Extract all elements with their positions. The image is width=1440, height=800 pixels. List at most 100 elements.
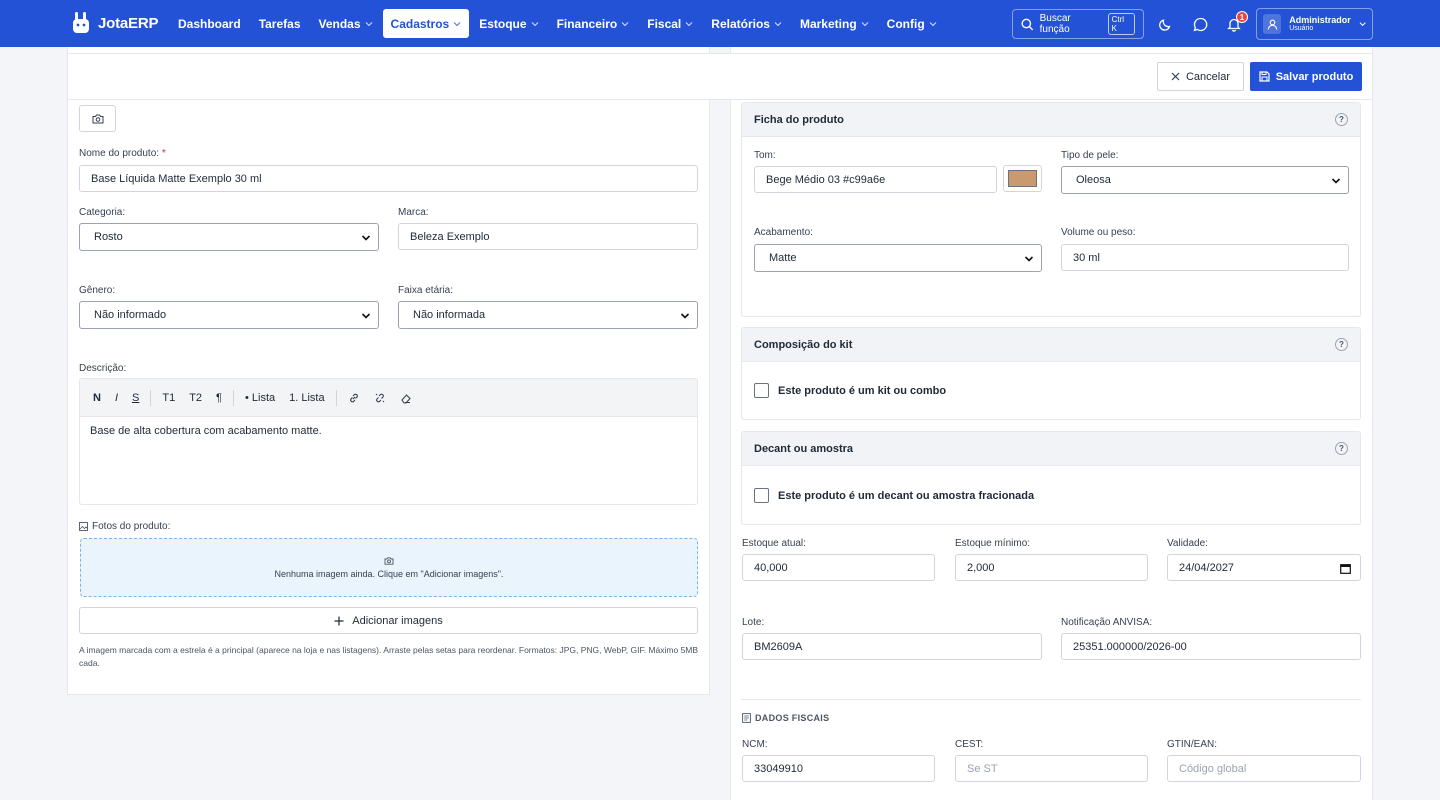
kit-checkbox[interactable] [754, 383, 769, 398]
nav-item-fiscal[interactable]: Fiscal [639, 9, 701, 38]
nav-item-marketing[interactable]: Marketing [792, 9, 877, 38]
tone-color-picker[interactable] [1003, 165, 1042, 192]
brand[interactable]: JotaERP [72, 12, 158, 34]
bullet-list-button[interactable]: • Lista [240, 387, 280, 409]
save-product-button[interactable]: Salvar produto [1250, 62, 1362, 91]
help-icon[interactable]: ? [1335, 338, 1348, 351]
link-icon [349, 393, 358, 402]
nav-item-dashboard[interactable]: Dashboard [170, 9, 249, 38]
nav-item-financeiro[interactable]: Financeiro [549, 9, 638, 38]
italic-button[interactable]: I [110, 387, 123, 409]
decant-checkbox-row[interactable]: Este produto é um decant ou amostra frac… [754, 488, 1034, 503]
chevron-down-icon [680, 313, 690, 319]
photos-label: Fotos do produto: [79, 521, 170, 532]
cancel-button[interactable]: Cancelar [1157, 62, 1244, 91]
rabbit-logo-icon [73, 12, 89, 33]
chat-button[interactable] [1188, 9, 1212, 39]
nav-item-vendas[interactable]: Vendas [311, 9, 381, 38]
photo-dropzone[interactable]: Nenhuma imagem ainda. Clique em "Adicion… [80, 538, 698, 597]
camera-icon [384, 556, 394, 565]
help-icon[interactable]: ? [1335, 113, 1348, 126]
current-stock-input[interactable]: 40,000 [742, 554, 935, 581]
chevron-down-icon [929, 21, 937, 26]
heading2-button[interactable]: T2 [184, 387, 207, 409]
document-icon [742, 713, 751, 723]
decant-checkbox[interactable] [754, 488, 769, 503]
add-images-label: Adicionar imagens [352, 614, 443, 627]
nav-item-estoque[interactable]: Estoque [471, 9, 546, 38]
kit-checkbox-row[interactable]: Este produto é um kit ou combo [754, 383, 946, 398]
anvisa-input[interactable]: 25351.000000/2026-00 [1061, 633, 1361, 660]
min-stock-label: Estoque mínimo: [955, 538, 1031, 549]
skin-type-label: Tipo de pele: [1061, 150, 1119, 161]
product-name-input[interactable]: Base Líquida Matte Exemplo 30 ml [79, 165, 698, 192]
calendar-icon[interactable] [1340, 563, 1351, 574]
plus-icon [334, 616, 344, 625]
cest-input[interactable]: Se ST [955, 755, 1148, 782]
nav-item-cadastros[interactable]: Cadastros [382, 9, 470, 38]
chat-bubble-icon [1193, 17, 1207, 31]
numbered-list-button[interactable]: 1. Lista [284, 387, 329, 409]
help-icon[interactable]: ? [1335, 442, 1348, 455]
chevron-down-icon [774, 21, 782, 26]
brand-input[interactable]: Beleza Exemplo [398, 223, 698, 250]
skin-type-select[interactable]: Oleosa [1061, 166, 1349, 194]
tone-input[interactable]: Bege Médio 03 #c99a6e [754, 166, 997, 193]
paragraph-button[interactable]: ¶ [211, 387, 227, 409]
search-shortcut: Ctrl K [1107, 13, 1135, 35]
search-icon [1021, 18, 1034, 30]
user-menu[interactable]: Administrador Usuário [1256, 8, 1373, 40]
min-stock-input[interactable]: 2,000 [955, 554, 1148, 581]
strikethrough-button[interactable]: S [127, 387, 144, 409]
ncm-label: NCM: [742, 739, 768, 750]
chevron-down-icon [861, 21, 869, 26]
user-name: Administrador [1289, 14, 1351, 25]
volume-input[interactable]: 30 ml [1061, 244, 1349, 271]
user-icon [1267, 19, 1277, 30]
volume-label: Volume ou peso: [1061, 227, 1136, 238]
panel-title: Ficha do produto [754, 113, 844, 126]
chevron-down-icon [1331, 178, 1341, 184]
search-function-button[interactable]: Buscar função Ctrl K [1012, 9, 1144, 39]
nav-item-tarefas[interactable]: Tarefas [251, 9, 309, 38]
expiry-date-input[interactable]: 24/04/2027 [1167, 554, 1361, 581]
cancel-label: Cancelar [1185, 70, 1231, 83]
bold-button[interactable]: N [88, 387, 106, 409]
decant-panel: Decant ou amostra ? [741, 431, 1361, 525]
theme-toggle-button[interactable] [1154, 9, 1178, 39]
product-name-label: Nome do produto: * [79, 148, 166, 159]
link-button[interactable] [343, 387, 365, 409]
image-icon [79, 522, 88, 531]
anvisa-label: Notificação ANVISA: [1061, 617, 1153, 628]
notifications-button[interactable]: 1 [1222, 9, 1248, 39]
finish-label: Acabamento: [754, 227, 813, 238]
user-role: Usuário [1289, 25, 1314, 33]
nav-item-relatorios[interactable]: Relatórios [703, 9, 790, 38]
camera-icon [92, 114, 103, 123]
kit-checkbox-label: Este produto é um kit ou combo [778, 384, 947, 397]
nav-item-config[interactable]: Config [879, 9, 945, 38]
ncm-input[interactable]: 33049910 [742, 755, 935, 782]
nav-item-label: Tarefas [258, 16, 301, 31]
unlink-button[interactable] [369, 387, 391, 409]
age-range-select[interactable]: Não informada [398, 301, 698, 329]
description-editor[interactable]: N I S T1 T2 ¶ • Lista 1. Lista Base de a… [79, 378, 698, 505]
gtin-input[interactable]: Código global [1167, 755, 1361, 782]
heading1-button[interactable]: T1 [157, 387, 180, 409]
category-select[interactable]: Rosto [79, 223, 379, 251]
clear-format-button[interactable] [395, 387, 417, 409]
gender-select[interactable]: Não informado [79, 301, 379, 329]
chevron-down-icon [685, 21, 693, 26]
finish-select[interactable]: Matte [754, 244, 1042, 272]
expiry-label: Validade: [1167, 538, 1208, 549]
top-navbar: JotaERP Dashboard Tarefas Vendas Cadastros E… [0, 0, 1440, 47]
camera-button[interactable] [79, 105, 116, 132]
dropzone-text: Nenhuma imagem ainda. Clique em "Adicion… [274, 568, 504, 579]
lot-input[interactable]: BM2609A [742, 633, 1042, 660]
toolbar-divider [232, 389, 234, 406]
cest-label: CEST: [955, 739, 984, 750]
panel-title: Composição do kit [754, 338, 853, 351]
save-icon [1259, 71, 1270, 82]
product-sheet-panel: Ficha do produto ? [741, 102, 1361, 317]
add-images-button[interactable]: Adicionar imagens [79, 607, 698, 634]
